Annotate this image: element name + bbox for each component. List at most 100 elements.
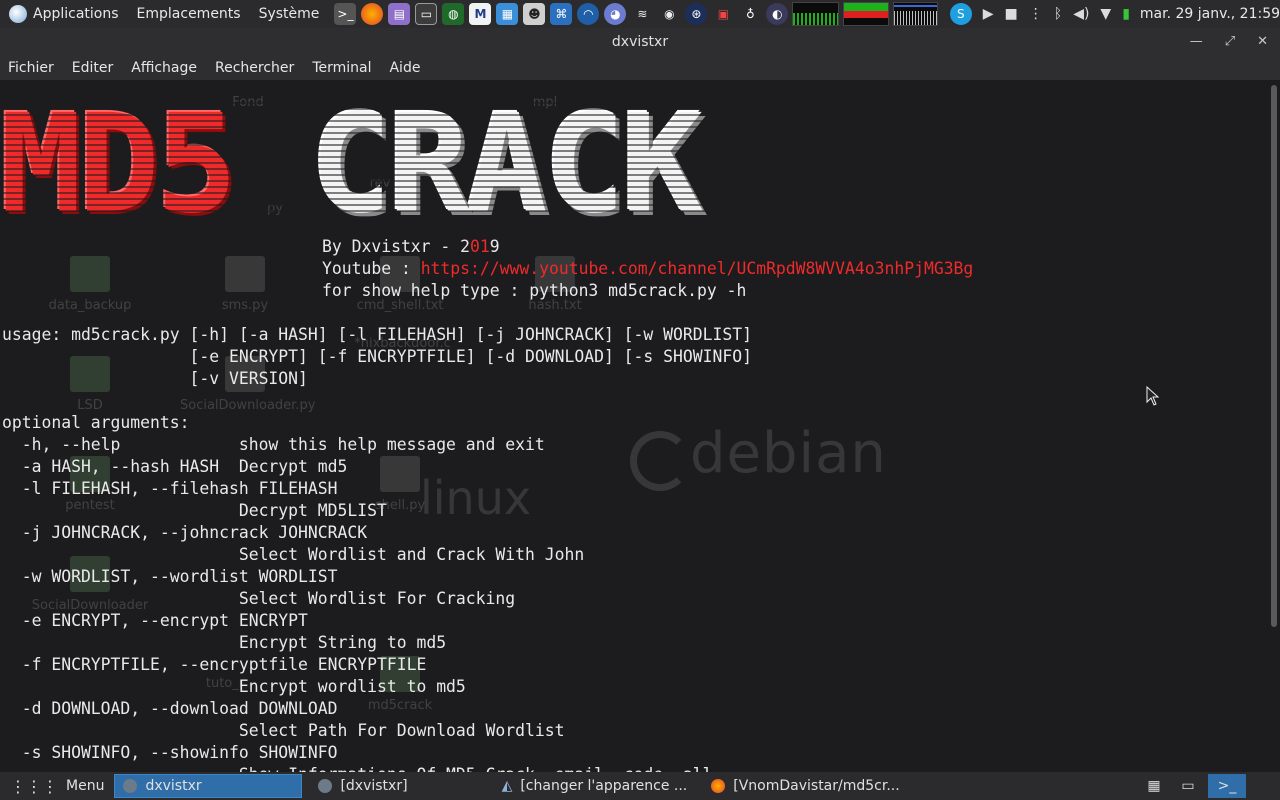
- window-title: dxvistxr: [611, 33, 669, 50]
- applications-menu[interactable]: Applications: [0, 0, 128, 28]
- metasploit-launcher-icon[interactable]: M: [469, 3, 492, 25]
- help-hint-line: for show help type : python3 md5crack.py…: [322, 281, 747, 300]
- terminal-line: Encrypt String to md5: [2, 633, 447, 652]
- wifi-icon[interactable]: ▼: [1100, 6, 1111, 22]
- close-icon[interactable]: ✕: [1257, 34, 1268, 49]
- task-label: [changer l'apparence ...: [520, 778, 688, 794]
- workspace-1[interactable]: ▭: [1174, 774, 1202, 798]
- terminal-launcher-icon[interactable]: >_: [334, 3, 357, 25]
- taskbar-task-terminal-active[interactable]: dxvistxr: [114, 774, 303, 798]
- wireshark-launcher-icon[interactable]: ◠: [577, 3, 600, 25]
- start-menu-button[interactable]: ⋮⋮⋮ Menu: [0, 772, 114, 800]
- network-monitor-graph: [892, 2, 938, 26]
- terminal-line: Encrypt wordlist to md5: [2, 677, 466, 696]
- terminal-menubar: Fichier Editer Affichage Rechercher Term…: [0, 55, 1280, 81]
- skype-icon[interactable]: S: [949, 3, 972, 25]
- terminal-line: -d DOWNLOAD, --download DOWNLOAD: [2, 699, 338, 718]
- menu-help[interactable]: Aide: [389, 60, 420, 76]
- youtube-line: Youtube : https://www.youtube.com/channe…: [322, 259, 974, 278]
- kali-launcher-icon[interactable]: ≋: [631, 3, 654, 25]
- bluetooth-icon[interactable]: ᛒ: [1054, 6, 1062, 22]
- terminal-line: -h, --help show this help message and ex…: [2, 435, 545, 454]
- cpu-monitor-graph: [792, 2, 840, 26]
- terminal-line: -w WORDLIST, --wordlist WORDLIST: [2, 567, 338, 586]
- menu-edit[interactable]: Editer: [72, 60, 113, 76]
- mouse-cursor-icon: [1146, 386, 1160, 406]
- monitor-launcher-icon[interactable]: ▭: [415, 3, 438, 25]
- settings-launcher-icon[interactable]: ▦: [496, 3, 519, 25]
- taskbar-task-firefox[interactable]: [VnomDavistar/md5cr...: [703, 774, 907, 798]
- terminal-line: usage: md5crack.py [-h] [-a HASH] [-l FI…: [2, 325, 752, 344]
- android-launcher-icon[interactable]: ◍: [442, 3, 465, 25]
- terminal-line: optional arguments:: [2, 413, 190, 432]
- tor-launcher-icon[interactable]: ⊛: [685, 3, 708, 25]
- terminal-line: -s SHOWINFO, --showinfo SHOWINFO: [2, 743, 338, 762]
- play-icon[interactable]: ▶: [983, 6, 994, 22]
- terminal-line: -a HASH, --hash HASH Decrypt md5: [2, 457, 348, 476]
- applications-icon: [9, 5, 27, 23]
- terminal-line: [-v VERSION]: [2, 369, 308, 388]
- moon-launcher-icon[interactable]: ◐: [766, 3, 789, 25]
- terminal-line: [-e ENCRYPT] [-f ENCRYPTFILE] [-d DOWNLO…: [2, 347, 752, 366]
- window-titlebar[interactable]: dxvistxr — ⤢ ✕: [0, 28, 1280, 55]
- terminal-line: Show Informations Of MD5 Crack, email, c…: [2, 764, 713, 772]
- places-menu[interactable]: Emplacements: [128, 0, 250, 28]
- terminal-task-icon: [318, 779, 333, 793]
- workspace-grid-icon[interactable]: ▦: [1140, 774, 1168, 798]
- task-label: [VnomDavistar/md5cr...: [733, 778, 900, 794]
- volume-icon[interactable]: ◀): [1073, 6, 1089, 22]
- menu-search[interactable]: Rechercher: [215, 60, 294, 76]
- clock[interactable]: mar. 29 janv., 21:59: [1140, 6, 1280, 22]
- menu-view[interactable]: Affichage: [131, 60, 197, 76]
- desktop-icon-data-backup: data_backup: [40, 256, 140, 313]
- appearance-task-icon: ◭: [501, 778, 513, 794]
- terminal-task-icon: [123, 779, 138, 793]
- youtube-link[interactable]: https://www.youtube.com/channel/UCmRpdW8…: [421, 259, 974, 278]
- menu-terminal[interactable]: Terminal: [312, 60, 371, 76]
- menu-grid-icon: ⋮⋮⋮: [10, 776, 58, 796]
- applications-label: Applications: [33, 6, 119, 22]
- taskbar-task-terminal[interactable]: [dxvistxr]: [310, 774, 415, 798]
- terminal-scrollbar[interactable]: [1268, 81, 1280, 772]
- system-tray: S ▶ ■ ⋮ ᛒ ◀) ▼ ▮: [949, 3, 1130, 25]
- terminal-line: -e ENCRYPT, --encrypt ENCRYPT: [2, 611, 308, 630]
- workspace-2-active[interactable]: >_: [1208, 774, 1246, 798]
- eye-launcher-icon[interactable]: ◉: [658, 3, 681, 25]
- terminal-line: Select Path For Download Wordlist: [2, 721, 565, 740]
- author-line: By Dxvistxr - 2019: [322, 237, 500, 256]
- menu-file[interactable]: Fichier: [8, 60, 54, 76]
- shield-launcher-icon[interactable]: ▣: [712, 3, 735, 25]
- desktop-icon-sms: sms.py: [195, 256, 295, 313]
- discord-launcher-icon[interactable]: ◕: [604, 3, 627, 25]
- task-label: [dxvistxr]: [340, 778, 408, 794]
- workspace-3[interactable]: [1252, 774, 1280, 798]
- lightbulb-launcher-icon[interactable]: ♁: [739, 3, 762, 25]
- vscode-launcher-icon[interactable]: ⌘: [550, 3, 573, 25]
- taskbar-task-appearance[interactable]: ◭ [changer l'apparence ...: [494, 774, 696, 798]
- anonymous-launcher-icon[interactable]: ☻: [523, 3, 546, 25]
- window-controls: — ⤢ ✕: [1190, 28, 1268, 55]
- terminal-line: -l FILEHASH, --filehash FILEHASH: [2, 479, 338, 498]
- banner-md5: MD5: [0, 86, 238, 244]
- system-menu[interactable]: Système: [250, 0, 329, 28]
- desktop-icon-py: py: [267, 201, 283, 216]
- start-menu-label: Menu: [66, 778, 105, 794]
- memory-monitor-graph: [843, 2, 889, 26]
- terminal-line: -f ENCRYPTFILE, --encryptfile ENCRYPTFIL…: [2, 655, 427, 674]
- workspace-switcher: ▦ ▭ >_: [1134, 772, 1280, 800]
- banner-crack: CRACK: [310, 86, 703, 244]
- terminal-line: Decrypt MD5LIST: [2, 501, 387, 520]
- launcher-bar: >_ ▤ ▭ ◍ M ▦ ☻ ⌘ ◠ ◕ ≋ ◉ ⊛ ▣ ♁ ◐: [334, 3, 789, 25]
- more-options-icon[interactable]: ⋮: [1029, 6, 1043, 22]
- top-panel: Applications Emplacements Système >_ ▤ ▭…: [0, 0, 1280, 28]
- firefox-launcher-icon[interactable]: [361, 3, 384, 25]
- scrollbar-thumb[interactable]: [1271, 85, 1277, 627]
- terminal-line: Select Wordlist For Cracking: [2, 589, 516, 608]
- stop-icon[interactable]: ■: [1005, 6, 1018, 22]
- text-editor-launcher-icon[interactable]: ▤: [388, 3, 411, 25]
- maximize-icon[interactable]: ⤢: [1225, 34, 1235, 49]
- minimize-icon[interactable]: —: [1190, 34, 1203, 49]
- bottom-taskbar: ⋮⋮⋮ Menu dxvistxr [dxvistxr] ◭ [changer …: [0, 772, 1280, 800]
- terminal-line: -j JOHNCRACK, --johncrack JOHNCRACK: [2, 523, 368, 542]
- battery-icon[interactable]: ▮: [1122, 6, 1130, 22]
